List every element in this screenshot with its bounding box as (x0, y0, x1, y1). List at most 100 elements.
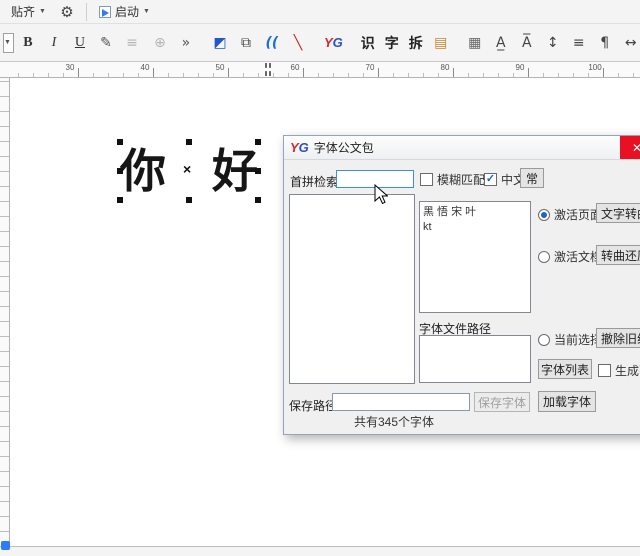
notebook-icon[interactable]: ▤ (429, 31, 453, 55)
generate-list-label: 生成列 (615, 362, 640, 379)
generate-list-checkbox[interactable]: 生成列 (598, 362, 640, 379)
more-tools-icon[interactable]: » (174, 31, 198, 55)
activate-page-radio[interactable]: 激活页面 (538, 206, 602, 223)
italic-button[interactable]: I (42, 31, 66, 55)
ruler-number: 30 (55, 63, 85, 72)
font-count-status: 共有345个字体 (284, 413, 504, 430)
selection-center-x-icon: × (183, 161, 191, 177)
format-toolbar: ▼ B I U ✎≡⊕»◩⧉((╲ YG 识 字 拆 ▤▦A̲A̅↕≡¶↔◨ (0, 24, 640, 62)
radio-icon (538, 209, 550, 221)
page-nav-icon[interactable] (1, 541, 10, 550)
radio-icon (538, 334, 550, 346)
vruler[interactable] (0, 78, 10, 546)
chevron-down-icon: ▼ (39, 8, 46, 15)
ruler-number: 100 (580, 63, 610, 72)
font-name-list[interactable]: 黑 悟 宋 叶kt (419, 201, 531, 313)
split-button[interactable]: 拆 (405, 31, 427, 55)
search-result-list[interactable] (289, 194, 415, 384)
yg-logo-g: G (299, 140, 309, 155)
selection-handle[interactable] (255, 197, 261, 203)
selection-handle[interactable] (186, 139, 192, 145)
launch-dropdown[interactable]: 启动 ▼ (94, 1, 155, 22)
app-window: 贴齐 ▼ ⚙ 启动 ▼ ▼ B I U ✎≡⊕»◩⧉((╲ YG 识 字 拆 ▤… (0, 0, 640, 556)
remove-old-lines-button[interactable]: 撤除旧线 (596, 328, 640, 348)
hruler[interactable]: 30405060708090100 (0, 62, 640, 78)
activate-doc-label: 激活文档 (554, 248, 602, 265)
dialog-body: 首拼检索 模糊匹配 ✓ 中文 常 黑 悟 宋 叶kt 字体文件路径 激活页面 文… (284, 160, 640, 434)
text-edit-icon[interactable]: ✎ (94, 31, 118, 55)
save-path-label: 保存路径 (289, 397, 337, 414)
ruler-number: 40 (130, 63, 160, 72)
parentheses-icon[interactable]: (( (260, 31, 284, 55)
dialog-titlebar[interactable]: YG 字体公文包 ✕ (284, 136, 640, 160)
curve-restore-button[interactable]: 转曲还原 (596, 245, 640, 265)
diagonal-line-icon[interactable]: ╲ (286, 31, 310, 55)
ruler-number: 70 (355, 63, 385, 72)
selection-handle[interactable] (255, 139, 261, 145)
fuzzy-match-label: 模糊匹配 (437, 171, 485, 188)
current-selection-label: 当前选择 (554, 331, 602, 348)
font-list-button[interactable]: 字体列表 (538, 359, 592, 379)
selection-handle[interactable] (117, 197, 123, 203)
yg-logo-y: Y (290, 140, 299, 155)
text-to-curve-button[interactable]: 文字转曲 (596, 203, 640, 223)
pinyin-search-input[interactable] (336, 170, 414, 188)
underline-a-icon[interactable]: A̲ (489, 31, 513, 55)
dialog-title: 字体公文包 (314, 139, 374, 156)
bottom-scrollbar-strip[interactable] (0, 546, 640, 556)
common-fonts-button[interactable]: 常 (520, 168, 544, 188)
paragraph-icon[interactable]: ¶ (593, 31, 617, 55)
launch-label: 启动 (115, 3, 139, 20)
checkbox-icon (420, 173, 433, 186)
activate-doc-radio[interactable]: 激活文档 (538, 248, 602, 265)
selected-text-object[interactable]: 你 好 × (120, 142, 258, 200)
selection-handle[interactable] (117, 139, 123, 145)
chevron-down-icon: ▼ (143, 8, 150, 15)
radio-icon (538, 251, 550, 263)
bullet-list-icon: ≡ (120, 31, 144, 55)
dialog-close-button[interactable]: ✕ (620, 136, 640, 159)
calligraphy-char: 好 (212, 148, 258, 194)
checkbox-checked-icon: ✓ (484, 173, 497, 186)
font-list-item[interactable]: 黑 悟 宋 叶 (420, 202, 530, 220)
character-button[interactable]: 字 (381, 31, 403, 55)
selection-handle[interactable] (117, 168, 123, 174)
save-path-input[interactable] (332, 393, 470, 411)
activate-page-label: 激活页面 (554, 206, 602, 223)
font-briefcase-dialog: YG 字体公文包 ✕ 首拼检索 模糊匹配 ✓ 中文 常 黑 悟 宋 叶kt 字体… (283, 135, 640, 435)
yg-dialog-logo-icon: YG (290, 140, 309, 155)
selection-handle[interactable] (186, 197, 192, 203)
current-selection-radio[interactable]: 当前选择 (538, 331, 602, 348)
underline-button[interactable]: U (68, 31, 92, 55)
recognize-button[interactable]: 识 (357, 31, 379, 55)
ruler-number: 90 (505, 63, 535, 72)
node-add-icon: ⊕ (148, 31, 172, 55)
pinyin-search-label: 首拼检索 (290, 173, 338, 190)
char-width-icon[interactable]: ↔ (619, 31, 640, 55)
align-shapes-icon[interactable]: ◩ (208, 31, 232, 55)
ruler-number: 60 (280, 63, 310, 72)
calligraphy-char: 你 (120, 148, 166, 194)
yg-plugin-logo[interactable]: YG (320, 35, 347, 50)
vertical-text-icon[interactable]: ↕ (541, 31, 565, 55)
duplicate-page-icon[interactable]: ⧉ (234, 31, 258, 55)
chevron-down-icon: ▼ (4, 39, 11, 46)
grid-icon[interactable]: ▦ (463, 31, 487, 55)
launch-icon (99, 6, 111, 18)
bold-button[interactable]: B (16, 31, 40, 55)
yg-logo-g: G (333, 35, 343, 50)
snap-dropdown[interactable]: 贴齐 ▼ (6, 1, 51, 22)
overline-a-icon[interactable]: A̅ (515, 31, 539, 55)
settings-gear-button[interactable]: ⚙ (55, 0, 79, 24)
gear-icon: ⚙ (60, 3, 73, 21)
chinese-checkbox[interactable]: ✓ 中文 (484, 171, 525, 188)
line-spacing-icon[interactable]: ≡ (567, 31, 591, 55)
yg-logo-y: Y (324, 35, 333, 50)
save-font-button: 保存字体 (474, 392, 530, 412)
selection-handle[interactable] (255, 168, 261, 174)
fuzzy-match-checkbox[interactable]: 模糊匹配 (420, 171, 485, 188)
font-size-combo[interactable]: ▼ (3, 33, 14, 53)
load-font-button[interactable]: 加载字体 (538, 391, 596, 412)
font-path-list[interactable] (419, 335, 531, 383)
font-list-item[interactable]: kt (420, 220, 530, 234)
